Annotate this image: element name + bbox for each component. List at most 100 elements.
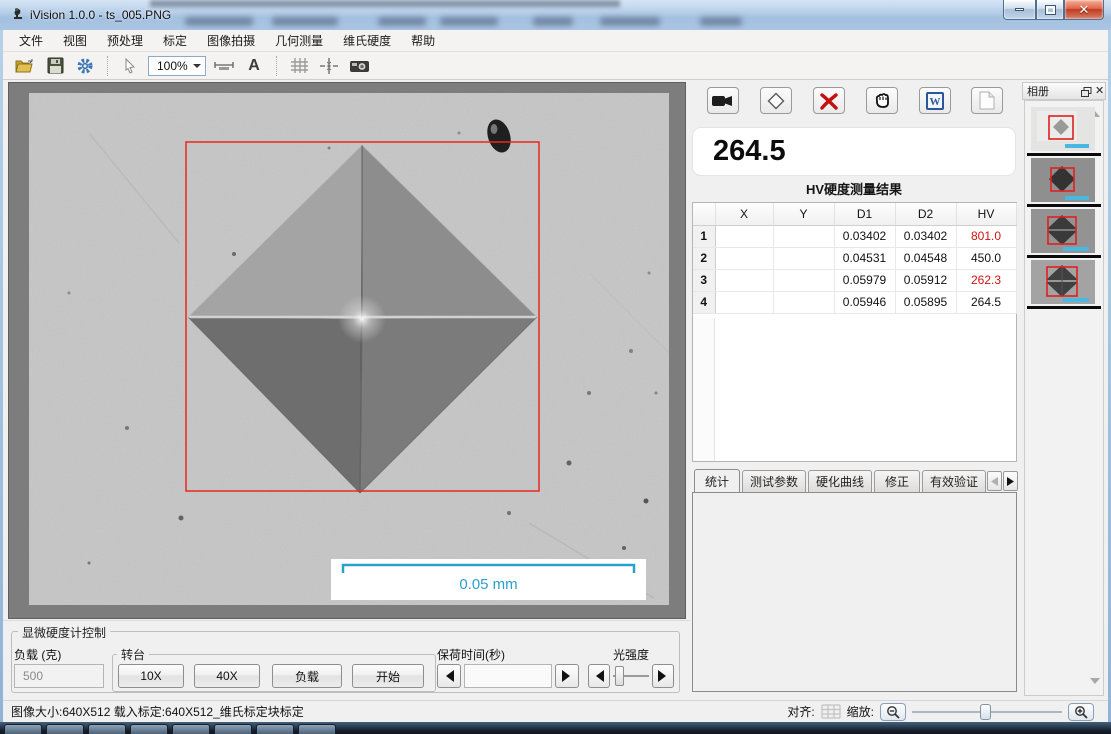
zoom-out-button[interactable] [880,703,906,721]
export-word-button[interactable]: W [919,87,951,114]
album-thumbnail-2[interactable] [1031,158,1095,202]
ruler-measure-icon[interactable] [212,55,236,77]
col-d1[interactable]: D1 [834,203,895,225]
table-row[interactable]: 2 0.04531 0.04548 450.0 [693,247,1016,269]
table-empty-area [693,318,715,461]
menu-calibration[interactable]: 标定 [153,29,197,52]
taskbar-button[interactable] [256,724,294,734]
hardness-result-display: 264.5 [692,127,1016,176]
menu-geometry-measure[interactable]: 几何测量 [265,29,333,52]
taskbar-button[interactable] [298,724,336,734]
menu-vickers-hardness[interactable]: 维氏硬度 [333,29,401,52]
album-thumbnail-1[interactable] [1031,107,1095,151]
dwell-time-input[interactable] [464,664,552,688]
minimize-button[interactable] [1003,0,1036,20]
album-scroll-down-icon[interactable] [1090,678,1100,689]
col-rownum[interactable] [693,203,715,225]
tab-validation[interactable]: 有效验证 [922,470,986,492]
align-label: 对齐: [787,703,814,720]
tab-test-parameters[interactable]: 测试参数 [742,470,806,492]
background-window-artifact [185,17,253,26]
maximize-icon [1046,6,1055,14]
dwell-decrease-button[interactable] [437,664,461,688]
cursor-icon[interactable] [118,55,142,77]
video-camera-button[interactable] [707,87,739,114]
text-annotate-icon[interactable]: A [242,55,266,77]
menu-preprocess[interactable]: 预处理 [97,29,153,52]
align-grid-icon[interactable] [821,704,841,719]
taskbar-button[interactable] [46,724,84,734]
taskbar-button[interactable] [214,724,252,734]
zoom-in-icon [1074,705,1088,719]
save-icon[interactable] [43,55,67,77]
background-window-artifact [378,17,426,26]
turret-40x-button[interactable]: 40X [194,664,260,688]
close-button[interactable]: ✕ [1064,0,1104,20]
zoom-slider-handle[interactable] [980,704,991,720]
load-button[interactable]: 负载 [272,664,342,688]
settings-gear-icon[interactable] [73,55,97,77]
dwell-increase-button[interactable] [555,664,579,688]
album-close-icon[interactable]: ✕ [1095,84,1104,97]
album-thumbnail-4[interactable] [1031,260,1095,304]
status-right-controls: 对齐: 缩放: [787,703,1094,721]
start-button[interactable]: 开始 [352,664,424,688]
load-input[interactable]: 500 [14,664,104,688]
toolbar-separator [276,56,277,76]
camera-capture-icon[interactable] [347,55,371,77]
col-x[interactable]: X [715,203,773,225]
tab-statistics[interactable]: 统计 [694,469,740,492]
maximize-button[interactable] [1036,0,1064,20]
open-folder-icon[interactable] [13,55,37,77]
close-icon: ✕ [1079,2,1090,18]
tab-scroll-right-button[interactable] [1003,471,1018,491]
arrow-left-icon [991,477,998,486]
album-thumbnail-3[interactable] [1031,209,1095,253]
light-slider-handle[interactable] [615,666,624,686]
svg-text:W: W [930,96,941,108]
taskbar-button[interactable] [130,724,168,734]
col-d2[interactable]: D2 [895,203,956,225]
hand-tool-button[interactable] [866,87,898,114]
zoom-in-button[interactable] [1068,703,1094,721]
windows-taskbar[interactable] [0,722,1111,734]
album-header: 相册 ✕ [1022,82,1106,100]
tab-hardening-curve[interactable]: 硬化曲线 [808,470,872,492]
new-page-button[interactable] [971,87,1003,114]
col-hv[interactable]: HV [956,203,1016,225]
table-row[interactable]: 4 0.05946 0.05895 264.5 [693,291,1016,313]
table-row[interactable]: 3 0.05979 0.05912 262.3 [693,269,1016,291]
menu-view[interactable]: 视图 [53,29,97,52]
title-bar[interactable]: iVision 1.0.0 - ts_005.PNG ✕ [0,0,1111,30]
col-y[interactable]: Y [773,203,834,225]
album-list[interactable] [1024,100,1104,696]
float-panel-icon[interactable] [1081,87,1092,97]
light-increase-button[interactable] [652,664,674,688]
app-window: iVision 1.0.0 - ts_005.PNG ✕ 文件 视图 预处理 标… [0,0,1111,734]
delete-measurement-button[interactable] [813,87,845,114]
zoom-select[interactable]: 100% [148,56,206,76]
chevron-down-icon [193,64,201,72]
statistics-tab-panel [692,492,1017,692]
video-camera-icon [712,94,734,108]
menu-help[interactable]: 帮助 [401,29,445,52]
tab-scroll-left-button[interactable] [987,471,1002,491]
menu-bar: 文件 视图 预处理 标定 图像拍摄 几何测量 维氏硬度 帮助 [3,30,1108,52]
new-page-icon [979,91,995,110]
center-crosshair-icon[interactable] [317,55,341,77]
zoom-slider[interactable] [912,703,1062,721]
taskbar-button[interactable] [172,724,210,734]
diamond-icon [767,92,785,110]
taskbar-button[interactable] [88,724,126,734]
diamond-indent-button[interactable] [760,87,792,114]
turret-10x-button[interactable]: 10X [118,664,184,688]
image-canvas[interactable]: 0.05 mm [8,82,686,619]
menu-file[interactable]: 文件 [9,29,53,52]
taskbar-button[interactable] [4,724,42,734]
light-decrease-button[interactable] [588,664,610,688]
hand-grab-icon [872,92,892,110]
grid-icon[interactable] [287,55,311,77]
menu-image-capture[interactable]: 图像拍摄 [197,29,265,52]
table-row[interactable]: 1 0.03402 0.03402 801.0 [693,225,1016,247]
tab-correction[interactable]: 修正 [874,470,920,492]
